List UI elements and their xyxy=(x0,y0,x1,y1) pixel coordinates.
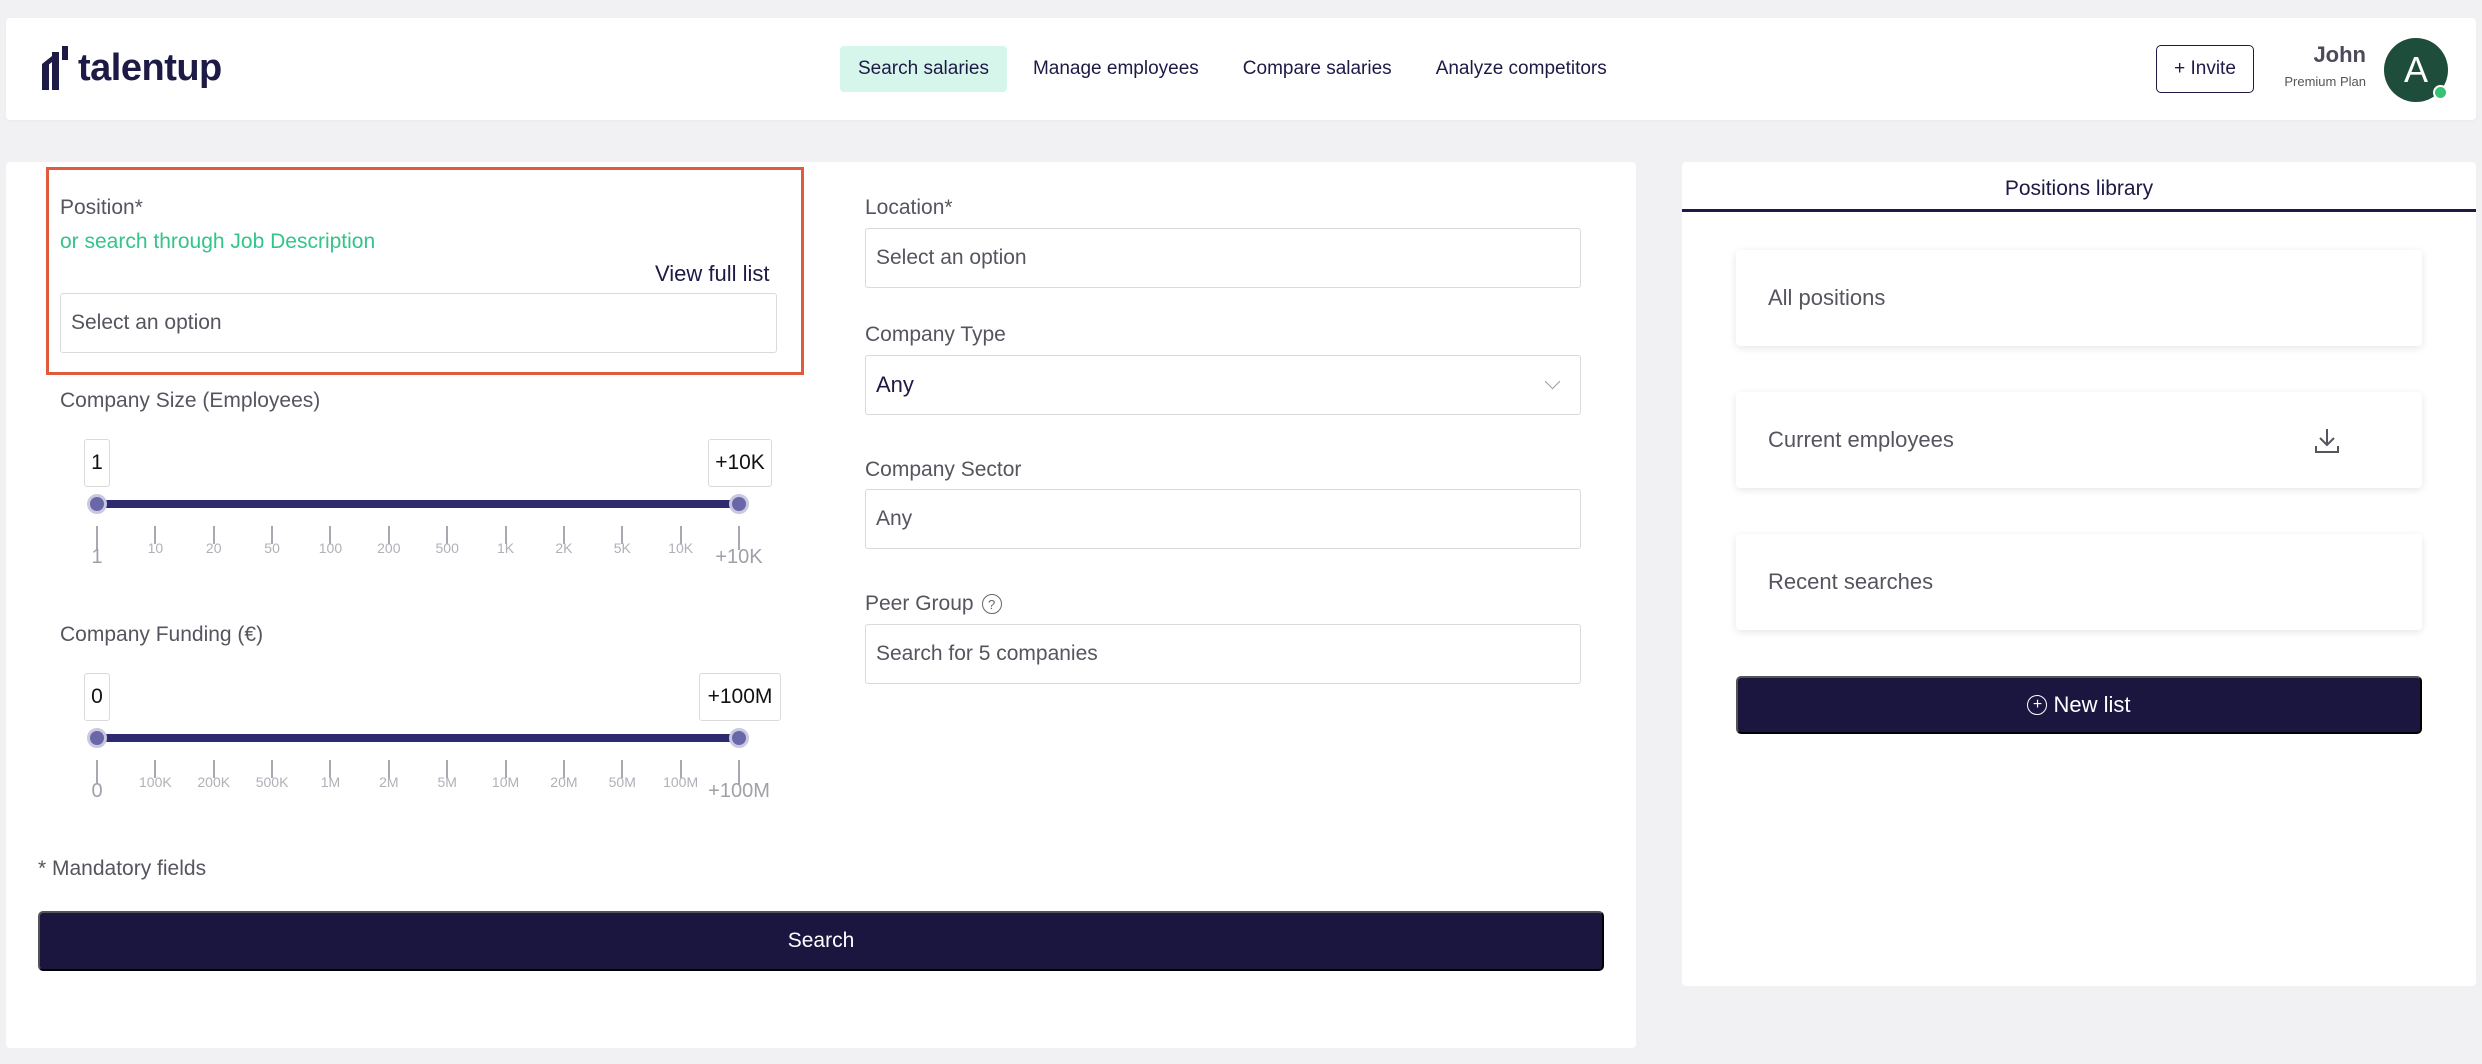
company-funding-max-input[interactable]: +100M xyxy=(699,673,781,721)
mandatory-fields-note: * Mandatory fields xyxy=(38,857,207,880)
slider-tick-label: 5M xyxy=(437,774,457,790)
slider-max-handle[interactable] xyxy=(729,728,749,748)
question-circle-icon[interactable]: ? xyxy=(981,594,1002,615)
position-label: Position* xyxy=(60,196,143,219)
plus-circle-icon: + xyxy=(2027,695,2048,715)
brand-name: talentup xyxy=(78,46,222,89)
nav-analyze-competitors[interactable]: Analyze competitors xyxy=(1418,46,1625,92)
company-sector-placeholder: Any xyxy=(876,507,913,530)
library-item-all-positions[interactable]: All positions xyxy=(1736,250,2422,346)
nav-search-salaries[interactable]: Search salaries xyxy=(840,46,1007,92)
slider-tick-label: 2M xyxy=(379,774,399,790)
slider-tick-label: 200K xyxy=(197,774,231,790)
avatar-initial: A xyxy=(2403,49,2428,90)
chevron-down-icon xyxy=(1544,373,1561,390)
main-nav: Search salaries Manage employees Compare… xyxy=(840,46,1625,92)
peer-group-label: Peer Group? xyxy=(865,592,1002,616)
slider-start-label: 0 xyxy=(91,780,103,802)
invite-button[interactable]: + Invite xyxy=(2156,45,2254,93)
slider-track[interactable] xyxy=(97,734,739,742)
avatar[interactable]: A xyxy=(2384,38,2448,102)
slider-min-handle[interactable] xyxy=(87,728,107,748)
nav-compare-salaries[interactable]: Compare salaries xyxy=(1225,46,1410,92)
position-select[interactable]: Select an option xyxy=(60,293,777,353)
slider-tick-label: 10K xyxy=(668,540,694,556)
user-info[interactable]: John Premium Plan xyxy=(2278,42,2366,89)
location-select[interactable]: Select an option xyxy=(865,228,1581,288)
slider-tick-label: 50 xyxy=(264,540,280,556)
slider-tick-label: 100M xyxy=(663,774,699,790)
library-item-label: All positions xyxy=(1768,285,1886,310)
slider-end-label: +10K xyxy=(715,546,763,568)
slider-tick-label: 1K xyxy=(496,540,515,556)
company-size-min-input[interactable]: 1 xyxy=(84,439,110,487)
company-size-max-input[interactable]: +10K xyxy=(708,439,772,487)
company-sector-select[interactable]: Any xyxy=(865,489,1581,549)
company-funding-label: Company Funding (€) xyxy=(60,623,264,646)
slider-tick-label: 500 xyxy=(435,540,459,556)
company-type-select[interactable]: Any xyxy=(865,355,1581,415)
job-description-link[interactable]: or search through Job Description xyxy=(60,230,375,254)
tab-positions-library[interactable]: Positions library xyxy=(1682,168,2476,212)
slider-tick-label: 100 xyxy=(318,540,343,556)
company-funding-min-input[interactable]: 0 xyxy=(84,673,110,721)
location-select-placeholder: Select an option xyxy=(876,246,1027,269)
library-item-recent-searches[interactable]: Recent searches xyxy=(1736,534,2422,630)
slider-tick-label: 2K xyxy=(555,540,573,556)
company-type-value: Any xyxy=(876,372,914,397)
company-sector-label: Company Sector xyxy=(865,458,1022,481)
top-navbar: talentup Search salaries Manage employee… xyxy=(6,18,2476,120)
slider-tick-label: 10 xyxy=(147,540,164,556)
library-item-current-employees[interactable]: Current employees xyxy=(1736,392,2422,488)
peer-group-placeholder: Search for 5 companies xyxy=(876,642,1098,665)
slider-start-label: 1 xyxy=(91,546,103,568)
slider-end-label: +100M xyxy=(708,780,770,802)
brand-logo[interactable]: talentup xyxy=(40,44,222,92)
new-list-button[interactable]: + New list xyxy=(1736,676,2422,734)
user-name: John xyxy=(2313,42,2366,67)
slider-tick-label: 10M xyxy=(491,774,520,790)
slider-min-handle[interactable] xyxy=(87,494,107,514)
company-size-label: Company Size (Employees) xyxy=(60,389,321,412)
slider-tick-label: 5K xyxy=(613,540,631,556)
slider-tick-label: 20M xyxy=(550,774,578,790)
slider-tick-label: 500K xyxy=(255,774,289,790)
slider-tick-label: 100K xyxy=(139,774,172,790)
nav-manage-employees[interactable]: Manage employees xyxy=(1015,46,1217,92)
slider-tick-label: 20 xyxy=(205,540,222,556)
company-type-label: Company Type xyxy=(865,323,1006,346)
new-list-label: New list xyxy=(2053,692,2131,717)
download-icon[interactable] xyxy=(2312,426,2342,456)
search-button[interactable]: Search xyxy=(38,911,1604,971)
location-label: Location* xyxy=(865,196,953,219)
online-status-icon xyxy=(2433,85,2448,100)
peer-group-label-text: Peer Group xyxy=(865,592,974,615)
view-full-list-link[interactable]: View full list xyxy=(655,261,770,287)
library-item-label: Current employees xyxy=(1768,427,1954,452)
slider-tick-label: 200 xyxy=(377,540,401,556)
position-select-placeholder: Select an option xyxy=(71,311,222,334)
slider-max-handle[interactable] xyxy=(729,494,749,514)
user-plan: Premium Plan xyxy=(2284,74,2366,89)
peer-group-input[interactable]: Search for 5 companies xyxy=(865,624,1581,684)
slider-tick-label: 50M xyxy=(608,774,636,790)
talentup-logo-icon xyxy=(42,46,68,90)
slider-tick-label: 1M xyxy=(320,774,341,790)
library-item-label: Recent searches xyxy=(1768,569,1934,594)
slider-track[interactable] xyxy=(97,500,739,508)
